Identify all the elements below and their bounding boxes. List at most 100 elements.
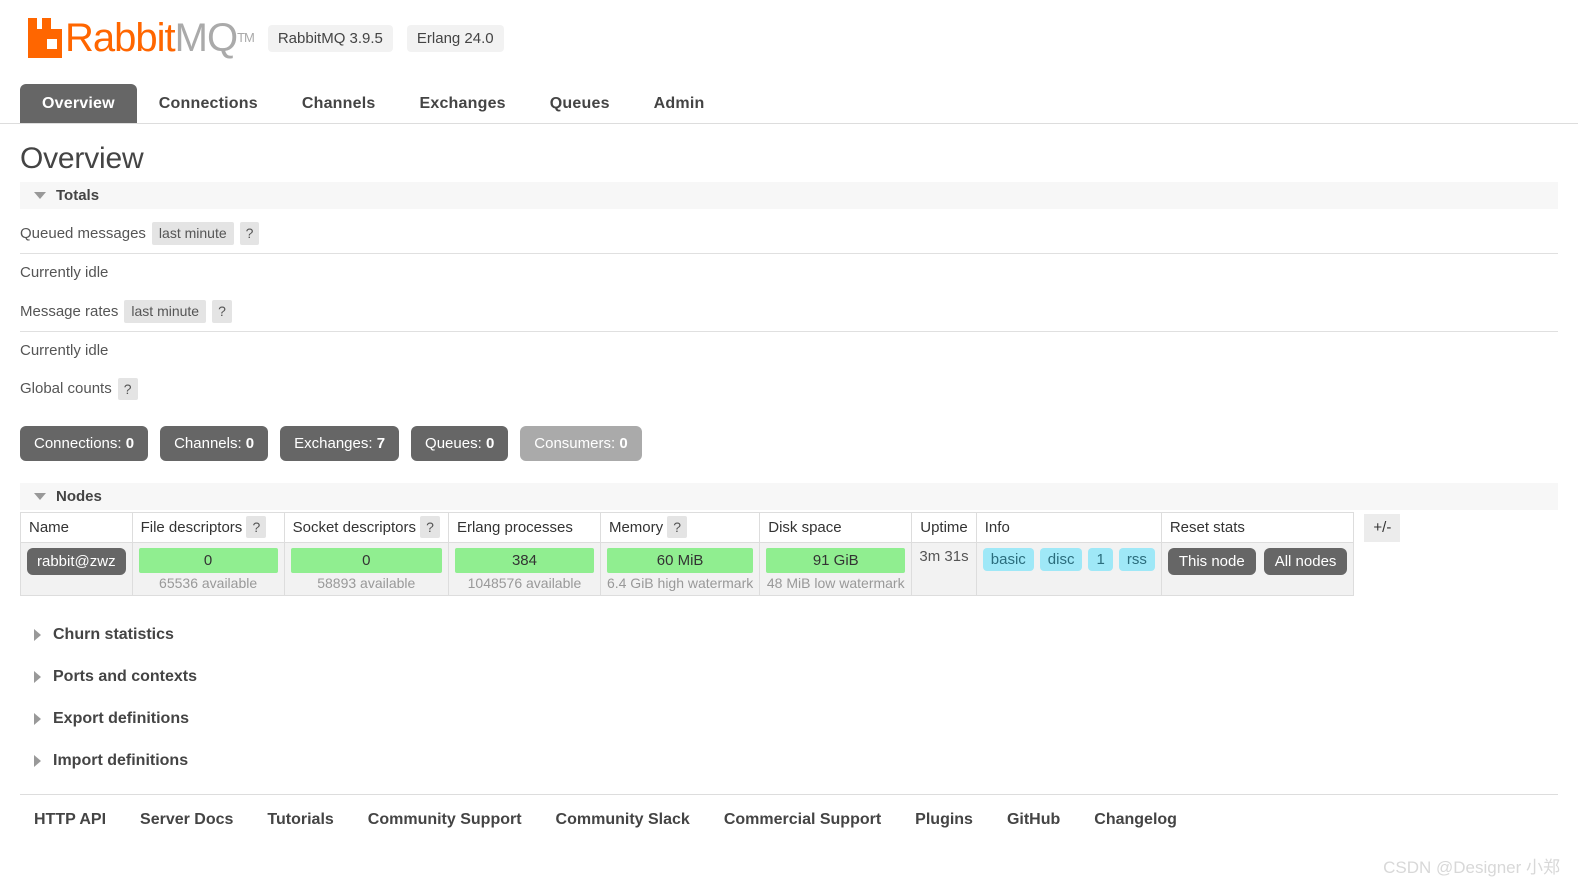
memory-value: 60 MiB <box>606 548 754 574</box>
cell-uptime: 3m 31s <box>911 542 977 597</box>
reset-this-node-button[interactable]: This node <box>1167 548 1256 576</box>
cell-socket-descriptors: 0 58893 available <box>283 542 449 597</box>
tab-connections[interactable]: Connections <box>137 84 280 123</box>
column-label-memory: Memory <box>608 519 664 537</box>
section-export-definitions[interactable]: Export definitions <box>20 698 1558 740</box>
logo-wordmark: RabbitMQTM <box>65 16 255 60</box>
app-header: RabbitMQTM RabbitMQ 3.9.5 Erlang 24.0 <box>0 0 1578 84</box>
column-header-reset-stats: Reset stats <box>1160 512 1355 544</box>
footer-links: HTTP API Server Docs Tutorials Community… <box>20 794 1558 829</box>
logo-word-mq: MQ <box>174 16 238 60</box>
cell-memory: 60 MiB 6.4 GiB high watermark <box>599 542 761 597</box>
tab-overview[interactable]: Overview <box>20 84 137 123</box>
tab-admin[interactable]: Admin <box>632 84 727 123</box>
cell-reset-stats: This node All nodes <box>1160 542 1355 597</box>
socket-descriptors-available: 58893 available <box>317 575 416 592</box>
reset-all-nodes-button[interactable]: All nodes <box>1263 548 1348 576</box>
count-button-queues[interactable]: Queues: 0 <box>411 426 509 462</box>
footer-link-server-docs[interactable]: Server Docs <box>140 811 233 829</box>
nodes-table: Name File descriptors ? Socket descripto… <box>20 512 1355 597</box>
section-header-totals[interactable]: Totals <box>20 182 1558 209</box>
footer-link-plugins[interactable]: Plugins <box>915 811 973 829</box>
section-label-nodes: Nodes <box>56 488 102 506</box>
footer-link-commercial-support[interactable]: Commercial Support <box>724 811 881 829</box>
logo-row: RabbitMQTM RabbitMQ 3.9.5 Erlang 24.0 <box>28 18 1578 58</box>
main-content: Overview Totals Queued messages last min… <box>0 142 1578 829</box>
queued-messages-help-icon[interactable]: ? <box>239 222 260 245</box>
count-label-connections: Connections: <box>34 435 122 453</box>
info-badge-group: basic disc 1 rss <box>982 548 1155 572</box>
column-header-name: Name <box>20 512 133 544</box>
column-label-file-descriptors: File descriptors <box>140 519 243 537</box>
count-value-consumers: 0 <box>619 435 628 453</box>
info-badge-count[interactable]: 1 <box>1088 548 1113 572</box>
trademark-symbol: TM <box>237 30 255 45</box>
tab-channels[interactable]: Channels <box>280 84 398 123</box>
erlang-version-badge: Erlang 24.0 <box>406 24 504 52</box>
nodes-table-header-row: Name File descriptors ? Socket descripto… <box>20 512 1355 544</box>
message-rates-row: Message rates last minute ? <box>20 289 1558 332</box>
count-value-exchanges: 7 <box>376 435 386 453</box>
global-counts-row: Global counts ? <box>20 367 1558 409</box>
info-badge-basic[interactable]: basic <box>982 548 1034 572</box>
count-button-exchanges[interactable]: Exchanges: 7 <box>280 426 400 462</box>
global-counts-buttons: Connections: 0 Channels: 0 Exchanges: 7 … <box>20 426 1558 462</box>
column-header-socket-descriptors: Socket descriptors ? <box>283 512 449 544</box>
count-label-channels: Channels: <box>174 435 242 453</box>
count-button-connections[interactable]: Connections: 0 <box>20 426 149 462</box>
queued-messages-status: Currently idle <box>20 263 109 281</box>
caret-down-icon <box>34 192 46 199</box>
section-header-nodes[interactable]: Nodes <box>20 483 1558 511</box>
message-rates-label: Message rates <box>20 302 119 320</box>
count-label-exchanges: Exchanges: <box>294 435 373 453</box>
nodes-table-wrapper: Name File descriptors ? Socket descripto… <box>20 512 1558 597</box>
cell-info: basic disc 1 rss <box>975 542 1162 597</box>
rabbitmq-management-page: RabbitMQTM RabbitMQ 3.9.5 Erlang 24.0 Ov… <box>0 0 1578 890</box>
table-row: rabbit@zwz 0 65536 available 0 58893 ava… <box>20 542 1355 597</box>
tab-exchanges[interactable]: Exchanges <box>397 84 527 123</box>
cell-file-descriptors: 0 65536 available <box>131 542 285 597</box>
count-value-queues: 0 <box>485 435 495 453</box>
caret-right-icon <box>34 713 41 726</box>
message-rates-status: Currently idle <box>20 341 109 359</box>
section-label-export-definitions: Export definitions <box>53 710 189 728</box>
info-badge-rss[interactable]: rss <box>1118 548 1155 572</box>
node-name-badge[interactable]: rabbit@zwz <box>27 548 126 576</box>
disk-space-value: 91 GiB <box>766 548 906 574</box>
info-badge-disc[interactable]: disc <box>1039 548 1083 572</box>
memory-help-icon[interactable]: ? <box>667 516 688 539</box>
count-label-consumers: Consumers: <box>534 435 616 453</box>
file-descriptors-available: 65536 available <box>159 575 258 592</box>
count-button-consumers[interactable]: Consumers: 0 <box>520 426 642 462</box>
collapsed-sections: Churn statistics Ports and contexts Expo… <box>20 614 1558 782</box>
column-toggle-button[interactable]: +/- <box>1364 514 1401 543</box>
footer-link-tutorials[interactable]: Tutorials <box>267 811 333 829</box>
file-descriptors-value: 0 <box>138 548 278 574</box>
rabbitmq-logo[interactable]: RabbitMQTM <box>28 16 255 60</box>
caret-down-icon <box>34 493 46 501</box>
column-header-info: Info <box>975 512 1162 544</box>
footer-link-community-support[interactable]: Community Support <box>368 811 522 829</box>
count-button-channels[interactable]: Channels: 0 <box>160 426 269 462</box>
erlang-processes-value: 384 <box>454 548 594 574</box>
section-ports-and-contexts[interactable]: Ports and contexts <box>20 656 1558 698</box>
section-import-definitions[interactable]: Import definitions <box>20 740 1558 782</box>
footer-link-github[interactable]: GitHub <box>1007 811 1060 829</box>
section-churn-statistics[interactable]: Churn statistics <box>20 614 1558 656</box>
message-rates-help-icon[interactable]: ? <box>212 299 232 323</box>
global-counts-help-icon[interactable]: ? <box>117 377 138 401</box>
section-label-churn-statistics: Churn statistics <box>53 626 174 644</box>
erlang-processes-available: 1048576 available <box>467 575 582 592</box>
footer-link-changelog[interactable]: Changelog <box>1094 811 1177 829</box>
rabbitmq-version-badge: RabbitMQ 3.9.5 <box>267 24 393 52</box>
count-value-connections: 0 <box>125 435 135 453</box>
footer-link-http-api[interactable]: HTTP API <box>34 811 106 829</box>
footer-link-community-slack[interactable]: Community Slack <box>556 811 690 829</box>
socket-descriptors-value: 0 <box>290 548 442 574</box>
tab-queues[interactable]: Queues <box>528 84 632 123</box>
message-rates-period-selector[interactable]: last minute <box>124 299 207 323</box>
reset-stats-buttons: This node All nodes <box>1167 548 1348 576</box>
file-descriptors-help-icon[interactable]: ? <box>246 516 267 539</box>
socket-descriptors-help-icon[interactable]: ? <box>420 516 440 539</box>
queued-messages-period-selector[interactable]: last minute <box>151 222 234 245</box>
